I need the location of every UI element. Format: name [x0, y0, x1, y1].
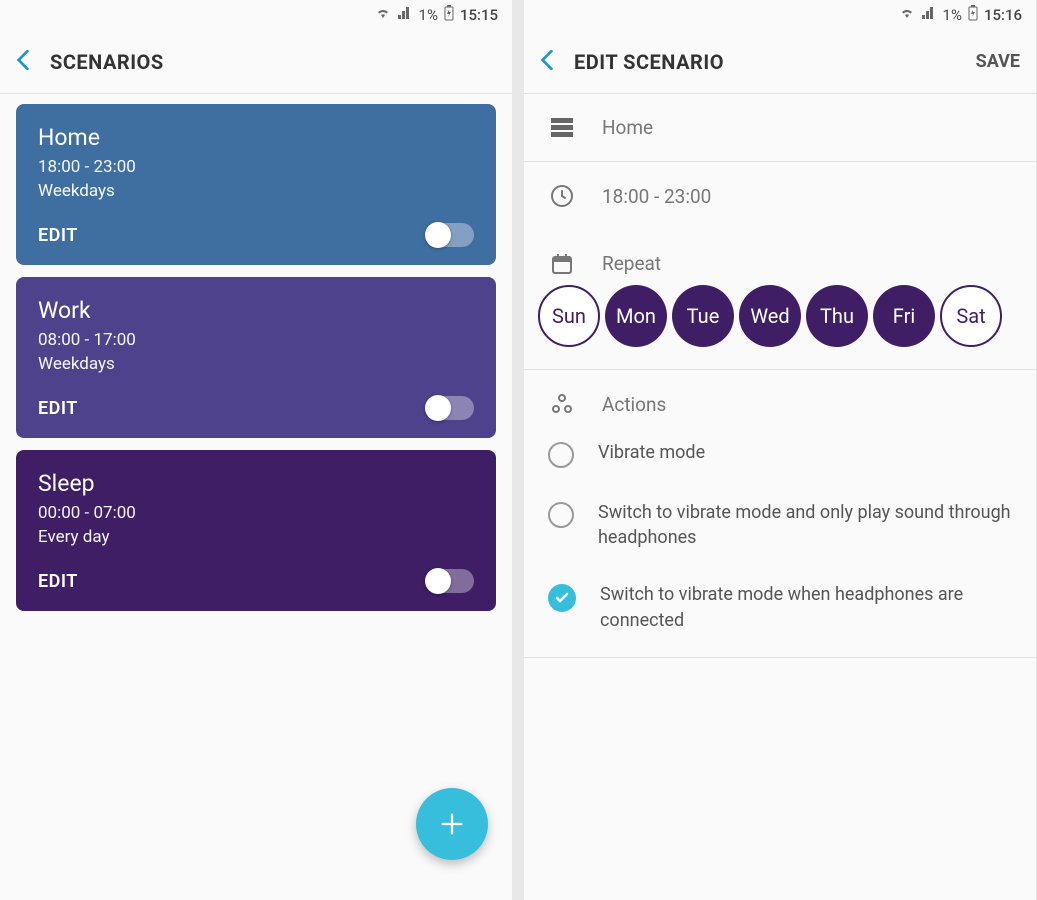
actions-header: Actions: [524, 370, 1036, 424]
edit-button[interactable]: EDIT: [38, 571, 78, 592]
edit-button[interactable]: EDIT: [38, 398, 78, 419]
page-title: EDIT SCENARIO: [574, 50, 956, 74]
scenario-card-home[interactable]: Home 18:00 - 23:00 Weekdays EDIT: [16, 104, 496, 265]
radio-checked-icon: [548, 584, 576, 612]
app-bar: EDIT SCENARIO SAVE: [524, 30, 1036, 94]
scenario-name: Home: [602, 116, 653, 139]
actions-icon: [548, 392, 576, 416]
back-icon[interactable]: [540, 49, 554, 75]
day-selector: Sun Mon Tue Wed Thu Fri Sat: [524, 285, 1036, 370]
day-sun[interactable]: Sun: [538, 285, 600, 347]
day-tue[interactable]: Tue: [672, 285, 734, 347]
scenario-card-work[interactable]: Work 08:00 - 17:00 Weekdays EDIT: [16, 277, 496, 438]
time-row[interactable]: 18:00 - 23:00: [524, 162, 1036, 230]
card-title: Home: [38, 124, 474, 151]
day-sat[interactable]: Sat: [940, 285, 1002, 347]
battery-icon: [968, 5, 978, 25]
battery-text: 1%: [943, 6, 962, 24]
day-mon[interactable]: Mon: [605, 285, 667, 347]
clock-text: 15:15: [460, 6, 498, 24]
toggle-switch[interactable]: [426, 223, 474, 247]
radio-unchecked-icon: [548, 502, 574, 528]
scenarios-list: Home 18:00 - 23:00 Weekdays EDIT Work 08…: [0, 94, 512, 900]
name-row[interactable]: Home: [524, 94, 1036, 162]
action-option-headphones-connected[interactable]: Switch to vibrate mode when headphones a…: [524, 566, 1036, 657]
page-title: SCENARIOS: [50, 50, 496, 74]
wifi-icon: [375, 6, 391, 24]
day-wed[interactable]: Wed: [739, 285, 801, 347]
radio-unchecked-icon: [548, 442, 574, 468]
toggle-switch[interactable]: [426, 569, 474, 593]
time-range: 18:00 - 23:00: [602, 185, 711, 208]
status-bar: 1% 15:16: [524, 0, 1036, 30]
toggle-switch[interactable]: [426, 396, 474, 420]
signal-icon: [397, 6, 413, 24]
battery-icon: [444, 5, 454, 25]
card-time: 00:00 - 07:00: [38, 503, 474, 523]
card-title: Work: [38, 297, 474, 324]
edit-form: Home 18:00 - 23:00 Repeat Sun Mon Tue We…: [524, 94, 1036, 658]
plus-icon: [438, 810, 466, 838]
day-fri[interactable]: Fri: [873, 285, 935, 347]
action-option-headphones-only[interactable]: Switch to vibrate mode and only play sou…: [524, 484, 1036, 566]
action-text: Switch to vibrate mode when headphones a…: [600, 582, 1012, 632]
edit-button[interactable]: EDIT: [38, 225, 78, 246]
day-thu[interactable]: Thu: [806, 285, 868, 347]
signal-icon: [921, 6, 937, 24]
card-time: 18:00 - 23:00: [38, 157, 474, 177]
action-option-vibrate[interactable]: Vibrate mode: [524, 424, 1036, 484]
save-button[interactable]: SAVE: [976, 51, 1020, 72]
scenario-card-sleep[interactable]: Sleep 00:00 - 07:00 Every day EDIT: [16, 450, 496, 611]
app-bar: SCENARIOS: [0, 30, 512, 94]
wifi-icon: [899, 6, 915, 24]
card-days: Every day: [38, 527, 474, 547]
card-title: Sleep: [38, 470, 474, 497]
card-days: Weekdays: [38, 181, 474, 201]
repeat-row: Repeat: [524, 230, 1036, 285]
battery-text: 1%: [419, 6, 438, 24]
screen-scenarios: 1% 15:15 SCENARIOS Home 18:00 - 23:00 We…: [0, 0, 512, 900]
clock-text: 15:16: [984, 6, 1022, 24]
card-days: Weekdays: [38, 354, 474, 374]
action-text: Vibrate mode: [598, 440, 705, 465]
status-bar: 1% 15:15: [0, 0, 512, 30]
screen-edit-scenario: 1% 15:16 EDIT SCENARIO SAVE Home 18:00 -…: [524, 0, 1036, 900]
add-scenario-button[interactable]: [416, 788, 488, 860]
card-time: 08:00 - 17:00: [38, 330, 474, 350]
repeat-label: Repeat: [602, 252, 661, 275]
list-icon: [548, 118, 576, 138]
actions-label: Actions: [602, 393, 666, 416]
action-text: Switch to vibrate mode and only play sou…: [598, 500, 1012, 550]
clock-icon: [548, 184, 576, 208]
back-icon[interactable]: [16, 49, 30, 75]
calendar-icon: [548, 253, 576, 275]
